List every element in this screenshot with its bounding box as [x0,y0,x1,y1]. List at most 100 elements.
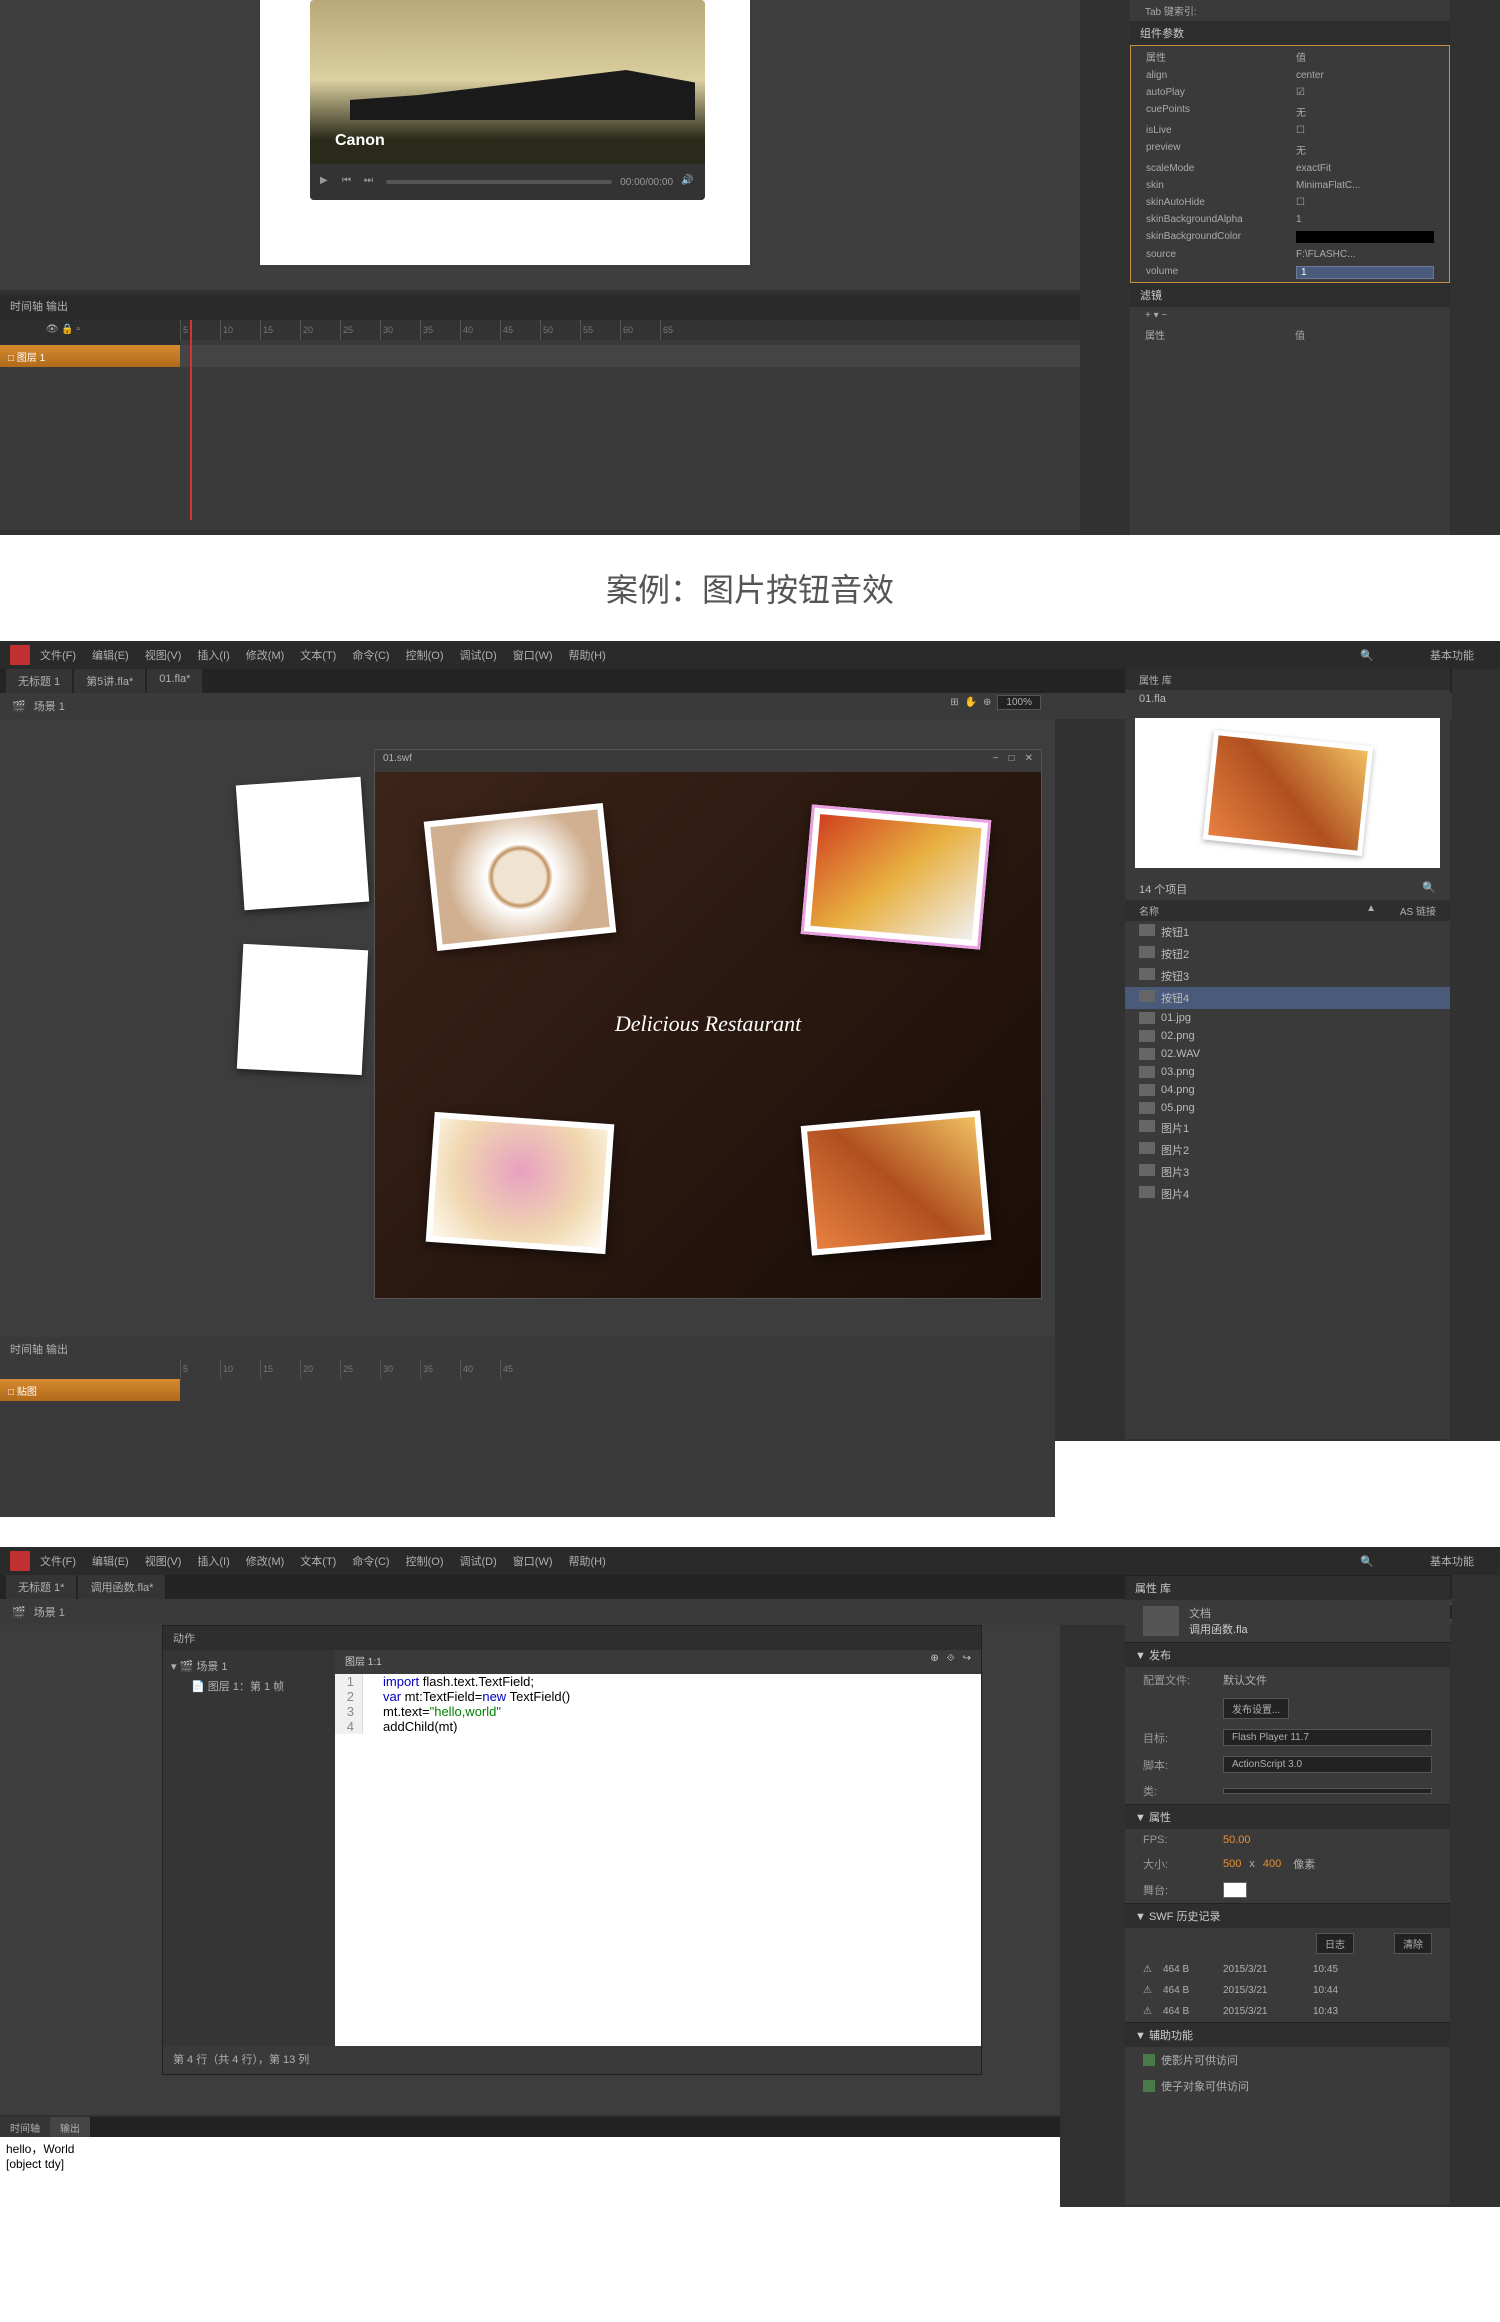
param-align[interactable]: aligncenter [1131,67,1449,84]
tab-output[interactable]: 输出 [50,2117,90,2137]
tools-panel[interactable] [1452,0,1500,535]
library-item[interactable]: 按钮2 [1125,943,1450,965]
accessibility-movie[interactable]: 使影片可供访问 [1125,2047,1450,2073]
tab-01fla[interactable]: 01.fla* [147,669,202,693]
library-item[interactable]: 按钮1 [1125,921,1450,943]
nav-layer-frame[interactable]: 📄 图层 1：第 1 帧 [171,1678,327,1694]
param-preview[interactable]: preview无 [1131,139,1449,160]
accessibility-section[interactable]: ▼ 辅助功能 [1125,2022,1450,2047]
menu-help[interactable]: 帮助(H) [569,647,606,663]
edit-tool-icon[interactable]: ⊞ [950,697,958,708]
menu-debug[interactable]: 调试(D) [460,647,497,663]
code-editor[interactable]: 图层 1:1 ⊕ ⟐ ↪ 1import flash.text.TextFiel… [335,1650,981,2046]
props-tabs[interactable]: 属性 库 [1125,1575,1450,1600]
publish-settings-button[interactable]: 发布设置... [1125,1693,1450,1724]
tab-untitled[interactable]: 无标题 1 [6,669,72,693]
timeline-layer-1[interactable]: □ 图层 1 [0,345,180,367]
menu-text[interactable]: 文本(T) [300,647,336,663]
target-row[interactable]: 目标:Flash Player 11.7 [1125,1724,1450,1751]
actions-tab[interactable]: 动作 [163,1626,981,1650]
param-skinautohide[interactable]: skinAutoHide☐ [1131,194,1449,211]
timeline-ruler[interactable]: 5 10 15 20 25 30 35 40 45 [180,1359,1055,1379]
photo-button-4[interactable] [801,1110,992,1255]
param-cuepoints[interactable]: cuePoints无 [1131,101,1449,122]
help-icon[interactable]: ↪ [963,1653,971,1671]
zoom-dropdown[interactable]: 100% [997,695,1041,710]
menu-view[interactable]: 视图(V) [145,647,182,663]
menu-window[interactable]: 窗口(W) [513,647,553,663]
next-icon[interactable]: ⏭ [364,175,378,189]
accessibility-children[interactable]: 使子对象可供访问 [1125,2073,1450,2099]
swf-titlebar[interactable]: 01.swf − □ ✕ [375,750,1041,772]
minimize-icon[interactable]: − [993,753,999,769]
stage-color-row[interactable]: 舞台: [1125,1877,1450,1903]
menu-debug[interactable]: 调试(D) [460,1553,497,1569]
workspace-dropdown[interactable]: 基本功能 [1430,1553,1474,1569]
param-source[interactable]: sourceF:\FLASHC... [1131,246,1449,263]
play-icon[interactable]: ▶ [320,175,334,189]
filter-header[interactable]: 滤镜 [1130,283,1450,307]
stage-color-swatch[interactable] [1223,1882,1247,1898]
menu-modify[interactable]: 修改(M) [246,1553,285,1569]
tab-function[interactable]: 调用函数.fla* [78,1575,165,1599]
component-params-header[interactable]: 组件参数 [1130,21,1450,45]
library-item-selected[interactable]: 按钮4 [1125,987,1450,1009]
workspace-dropdown[interactable]: 基本功能 [1430,647,1474,663]
photo-button-1[interactable] [424,803,617,951]
log-button[interactable]: 日志 [1316,1933,1354,1954]
photo-button-3[interactable] [426,1112,615,1254]
menu-edit[interactable]: 编辑(E) [92,647,129,663]
library-item[interactable]: 02.png [1125,1027,1450,1045]
library-item[interactable]: 图片3 [1125,1161,1450,1183]
search-icon[interactable]: 🔍 [1360,649,1374,662]
tools-panel[interactable] [1452,1575,1500,2205]
menu-window[interactable]: 窗口(W) [513,1553,553,1569]
library-item[interactable]: 01.jpg [1125,1009,1450,1027]
size-row[interactable]: 大小: 500 x 400 像素 [1125,1851,1450,1877]
menu-control[interactable]: 控制(O) [406,1553,444,1569]
menu-view[interactable]: 视图(V) [145,1553,182,1569]
search-icon[interactable]: 🔍 [1422,881,1436,897]
maximize-icon[interactable]: □ [1009,753,1015,769]
menu-command[interactable]: 命令(C) [352,1553,389,1569]
volume-icon[interactable]: 🔊 [681,175,695,189]
menu-modify[interactable]: 修改(M) [246,647,285,663]
library-item[interactable]: 04.png [1125,1081,1450,1099]
scene-label[interactable]: 场景 1 [34,698,65,714]
nav-scene[interactable]: ▾ 🎬 场景 1 [171,1658,327,1674]
timeline-ruler[interactable]: 5 10 15 20 25 30 35 40 45 50 55 60 65 [180,320,1080,340]
param-skin[interactable]: skinMinimaFlatC... [1131,177,1449,194]
fps-row[interactable]: FPS:50.00 [1125,1829,1450,1851]
clear-button[interactable]: 清除 [1394,1933,1432,1954]
scene-label[interactable]: 场景 1 [34,1604,65,1620]
menu-text[interactable]: 文本(T) [300,1553,336,1569]
timeline-track[interactable] [180,345,1080,367]
scene-icon[interactable]: 🎬 [12,1606,26,1619]
library-item[interactable]: 图片1 [1125,1117,1450,1139]
param-volume[interactable]: volume1 [1131,263,1449,282]
tab-timeline[interactable]: 时间轴 [0,2117,50,2137]
search-icon[interactable]: 🔍 [1360,1555,1374,1568]
library-item[interactable]: 03.png [1125,1063,1450,1081]
filter-add[interactable]: + ▾ − [1130,307,1450,324]
menu-insert[interactable]: 插入(I) [197,647,229,663]
menu-insert[interactable]: 插入(I) [197,1553,229,1569]
menu-edit[interactable]: 编辑(E) [92,1553,129,1569]
scene-icon[interactable]: 🎬 [12,700,26,713]
param-scalemode[interactable]: scaleModeexactFit [1131,160,1449,177]
library-item[interactable]: 05.png [1125,1099,1450,1117]
menu-command[interactable]: 命令(C) [352,647,389,663]
menu-control[interactable]: 控制(O) [406,647,444,663]
param-islive[interactable]: isLive☐ [1131,122,1449,139]
library-tabs[interactable]: 属性 库 [1125,669,1450,690]
library-columns[interactable]: 名称▲AS 链接 [1125,900,1450,921]
menu-file[interactable]: 文件(F) [40,647,76,663]
hand-icon[interactable]: ✋ [965,697,977,708]
progress-bar[interactable] [386,180,612,184]
timeline-layer-tietu[interactable]: □ 贴图 [0,1379,180,1401]
timeline-tab[interactable]: 时间轴 输出 [0,1337,1055,1361]
menu-help[interactable]: 帮助(H) [569,1553,606,1569]
timeline-tab[interactable]: 时间轴 输出 [0,295,1080,320]
library-item[interactable]: 图片4 [1125,1183,1450,1205]
param-skinbgalpha[interactable]: skinBackgroundAlpha1 [1131,211,1449,228]
